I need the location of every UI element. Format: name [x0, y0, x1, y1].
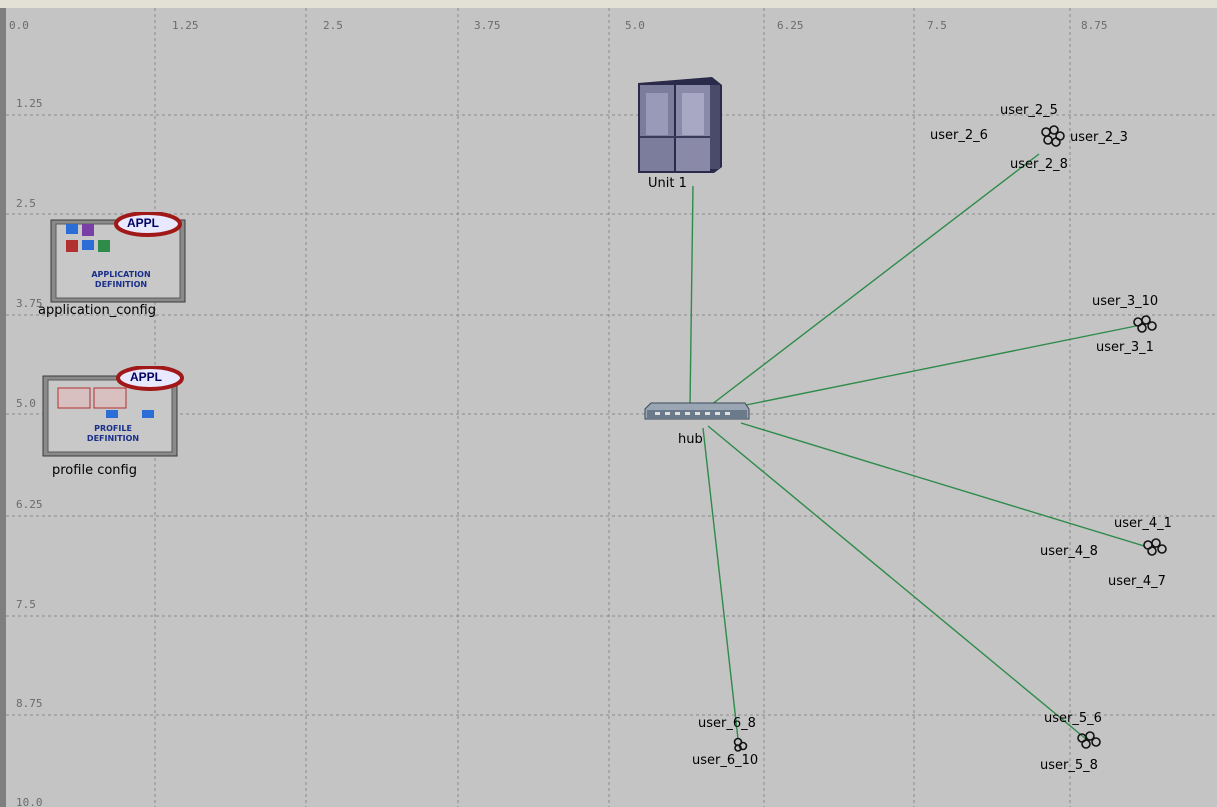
user-2-cluster-icon[interactable]: [1036, 122, 1068, 150]
user-3-10-label: user_3_10: [1092, 294, 1159, 309]
x-tick-5: 6.25: [777, 19, 804, 32]
user-4-7-label: user_4_7: [1108, 574, 1166, 589]
application-caption-1: APPLICATION: [91, 270, 151, 279]
server-node[interactable]: [632, 75, 726, 175]
x-tick-3: 3.75: [474, 19, 501, 32]
x-tick-6: 7.5: [927, 19, 947, 32]
link-hub-user3: [745, 325, 1137, 406]
server-label: Unit 1: [648, 176, 687, 191]
user-2-3-label: user_2_3: [1070, 130, 1128, 145]
link-hub-user5: [707, 425, 1087, 740]
profile-caption-2: DEFINITION: [86, 434, 140, 443]
profile-caption-1: PROFILE: [94, 424, 132, 433]
user-6-cluster-icon[interactable]: [730, 734, 752, 754]
profile-config-label: profile config: [52, 463, 137, 478]
application-config-node[interactable]: APPL APPLICATION DEFINITION: [50, 211, 190, 304]
user-5-8-label: user_5_8: [1040, 758, 1098, 773]
y-tick-6: 7.5: [16, 598, 36, 611]
user-2-8-label: user_2_8: [1010, 157, 1068, 172]
appl-badge: APPL: [127, 216, 160, 230]
profile-config-node[interactable]: APPL PROFILE DEFINITION: [42, 365, 188, 458]
links: [689, 153, 1145, 740]
y-tick-4: 5.0: [16, 397, 36, 410]
user-3-1-label: user_3_1: [1096, 340, 1154, 355]
user-2-6-label: user_2_6: [930, 128, 988, 143]
application-config-label: application_config: [38, 303, 156, 318]
link-hub-user2: [710, 153, 1040, 406]
y-tick-7: 8.75: [16, 697, 43, 710]
x-tick-7: 8.75: [1081, 19, 1108, 32]
profile-definition-icon: [42, 365, 184, 457]
project-workspace[interactable]: 0.0 1.25 2.5 3.75 5.0 6.25 7.5 8.75 1.25…: [6, 8, 1217, 807]
user-2-5-label: user_2_5: [1000, 103, 1058, 118]
y-tick-1: 1.25: [16, 97, 43, 110]
network-editor: 0.0 1.25 2.5 3.75 5.0 6.25 7.5 8.75 1.25…: [0, 0, 1217, 807]
link-hub-user4: [740, 422, 1145, 547]
user-6-8-label: user_6_8: [698, 716, 756, 731]
appl-badge: APPL: [130, 370, 163, 384]
x-tick-0: 0.0: [9, 19, 29, 32]
y-tick-5: 6.25: [16, 498, 43, 511]
y-tick-8: 10.0: [16, 796, 43, 807]
x-tick-4: 5.0: [625, 19, 645, 32]
hub-label: hub: [678, 432, 703, 447]
hub-node[interactable]: [641, 399, 751, 425]
application-caption-2: DEFINITION: [94, 280, 148, 289]
user-5-6-label: user_5_6: [1044, 711, 1102, 726]
y-tick-2: 2.5: [16, 197, 36, 210]
user-5-cluster-icon[interactable]: [1074, 728, 1106, 754]
user-4-1-label: user_4_1: [1114, 516, 1172, 531]
x-tick-1: 1.25: [172, 19, 199, 32]
server-icon: [638, 77, 722, 173]
user-4-8-label: user_4_8: [1040, 544, 1098, 559]
application-definition-icon: [50, 211, 186, 303]
user-6-10-label: user_6_10: [692, 753, 759, 768]
user-4-cluster-icon[interactable]: [1140, 535, 1172, 561]
link-server-hub: [689, 185, 694, 408]
x-tick-2: 2.5: [323, 19, 343, 32]
user-3-cluster-icon[interactable]: [1130, 312, 1162, 338]
hub-icon: [644, 402, 750, 420]
link-hub-user6: [702, 427, 739, 740]
